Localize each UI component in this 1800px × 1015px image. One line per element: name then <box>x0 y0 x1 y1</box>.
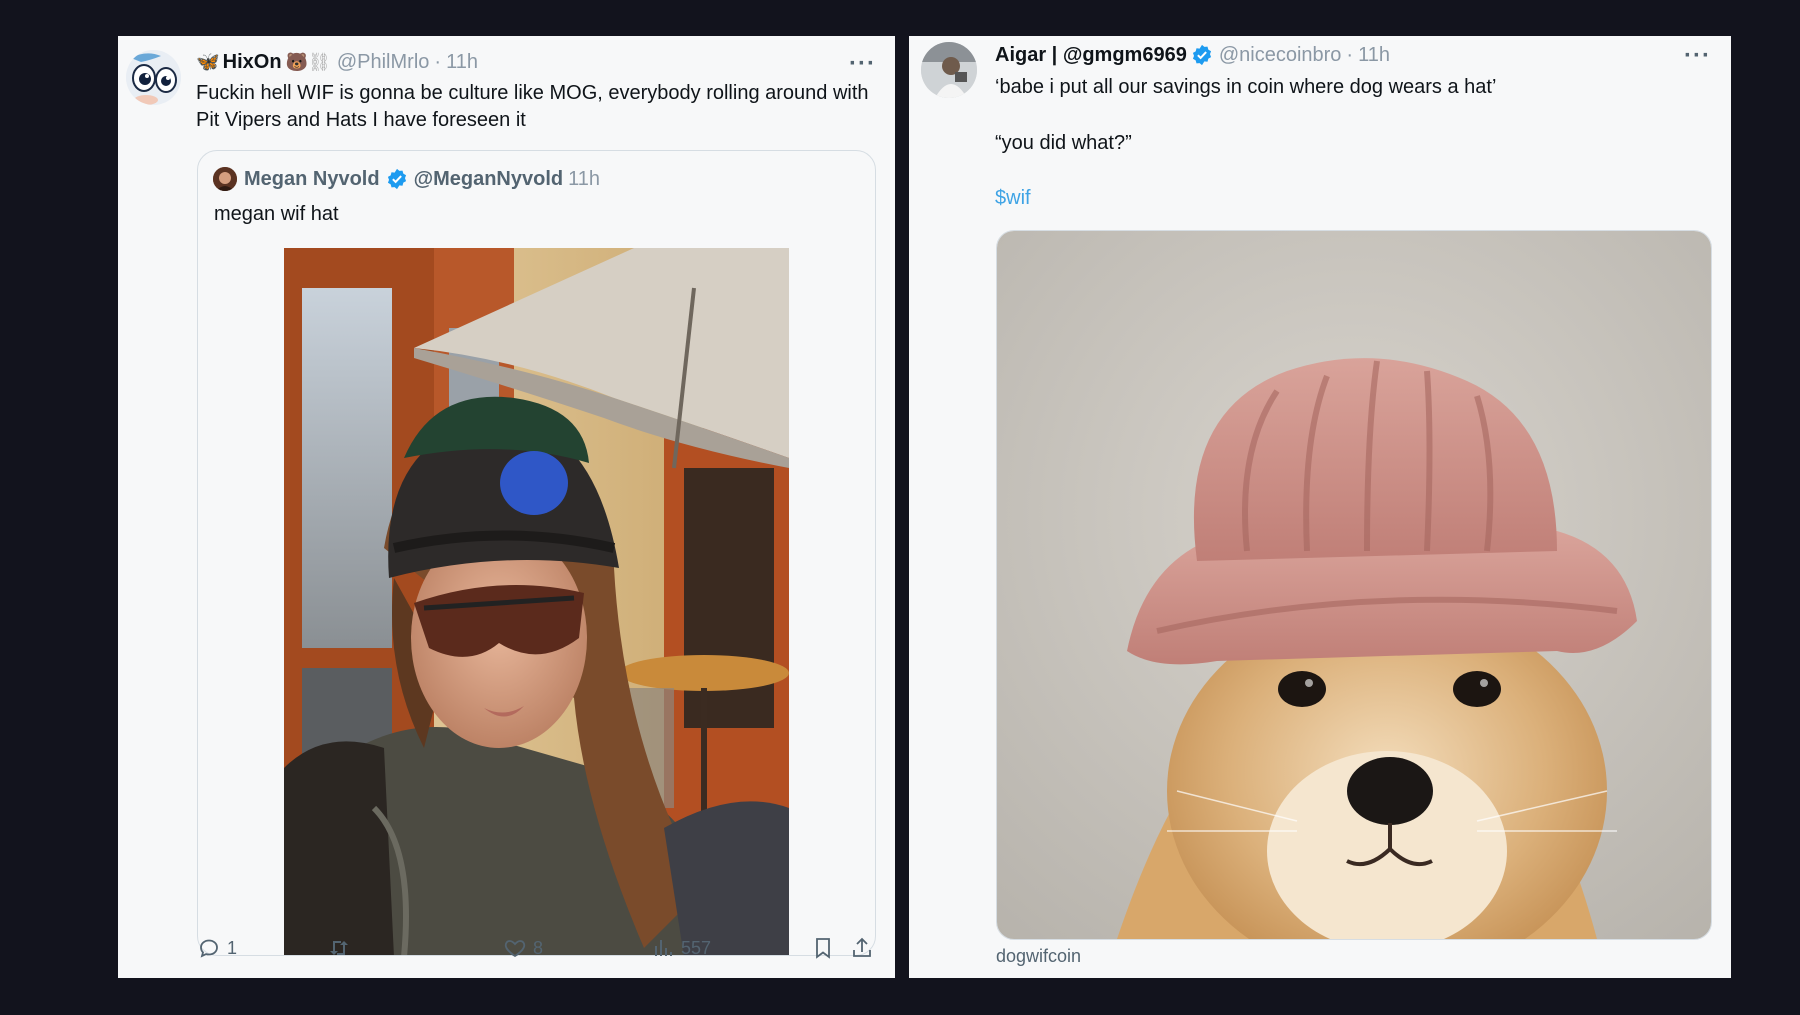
reply-button[interactable]: 1 <box>197 936 237 960</box>
megan-hat-photo[interactable] <box>284 248 789 955</box>
separator-dot: · <box>1346 43 1354 66</box>
tweet-text-line-2: “you did what?” <box>995 132 1132 154</box>
bookmark-button[interactable] <box>811 936 841 960</box>
share-icon <box>853 937 871 957</box>
aigar-avatar[interactable] <box>921 42 977 98</box>
retweet-button[interactable] <box>327 936 357 960</box>
separator-dot: · <box>434 50 442 73</box>
quote-time[interactable]: 11h <box>568 168 600 191</box>
view-count: 557 <box>681 937 712 958</box>
author-name[interactable]: HixOn <box>223 51 282 74</box>
tweet-text-line-1: ‘babe i put all our savings in coin wher… <box>995 76 1497 98</box>
tweet-time[interactable]: 11h <box>1358 44 1390 67</box>
verified-badge-icon <box>1192 44 1211 66</box>
tweet-action-bar: 1 8 557 <box>197 936 877 966</box>
butterfly-emoji: 🦋 <box>196 52 220 73</box>
views-button[interactable]: 557 <box>651 936 711 960</box>
hixon-avatar[interactable] <box>126 50 181 105</box>
share-button[interactable] <box>850 936 880 960</box>
like-button[interactable]: 8 <box>503 936 543 960</box>
cashtag-link[interactable]: $wif <box>995 185 1031 212</box>
author-handle[interactable]: @PhilMrlo <box>337 51 430 74</box>
tweet-time[interactable]: 11h <box>446 51 478 74</box>
quoted-tweet[interactable]: Megan Nyvold @MeganNyvold 11h megan wif … <box>197 150 876 956</box>
tweet-text: Fuckin hell WIF is gonna be culture like… <box>196 80 886 134</box>
dogwifhat-image[interactable] <box>996 230 1712 940</box>
bear-chain-emoji: 🐻⛓ <box>285 51 331 72</box>
reply-icon <box>200 939 218 958</box>
more-options-icon[interactable]: ··· <box>849 50 876 78</box>
quote-author-handle[interactable]: @MeganNyvold <box>414 168 564 191</box>
verified-badge-icon <box>387 168 406 190</box>
bookmark-icon <box>816 938 830 959</box>
quote-text: megan wif hat <box>214 203 339 225</box>
tweet-card-hixon[interactable]: 🦋 HixOn 🐻⛓ @PhilMrlo · 11h ··· Fuckin he… <box>118 36 895 978</box>
heart-icon <box>504 940 526 958</box>
reply-count: 1 <box>227 937 238 958</box>
retweet-icon <box>330 941 348 955</box>
tweet-text-line-1: Fuckin hell WIF is gonna be culture like… <box>196 82 869 104</box>
tweet-text-line-2: Pit Vipers and Hats I have foreseen it <box>196 109 526 131</box>
tweet-card-aigar[interactable]: Aigar | @gmgm6969 @nicecoinbro · 11h ···… <box>909 36 1731 978</box>
author-handle[interactable]: @nicecoinbro <box>1219 44 1342 67</box>
quote-author-name[interactable]: Megan Nyvold <box>244 168 380 191</box>
author-name[interactable]: Aigar | @gmgm6969 <box>995 44 1187 67</box>
image-caption: dogwifcoin <box>996 946 1082 966</box>
like-count: 8 <box>533 937 544 958</box>
more-options-icon[interactable]: ··· <box>1684 42 1711 70</box>
analytics-icon <box>655 940 672 956</box>
megan-avatar[interactable] <box>213 167 237 191</box>
